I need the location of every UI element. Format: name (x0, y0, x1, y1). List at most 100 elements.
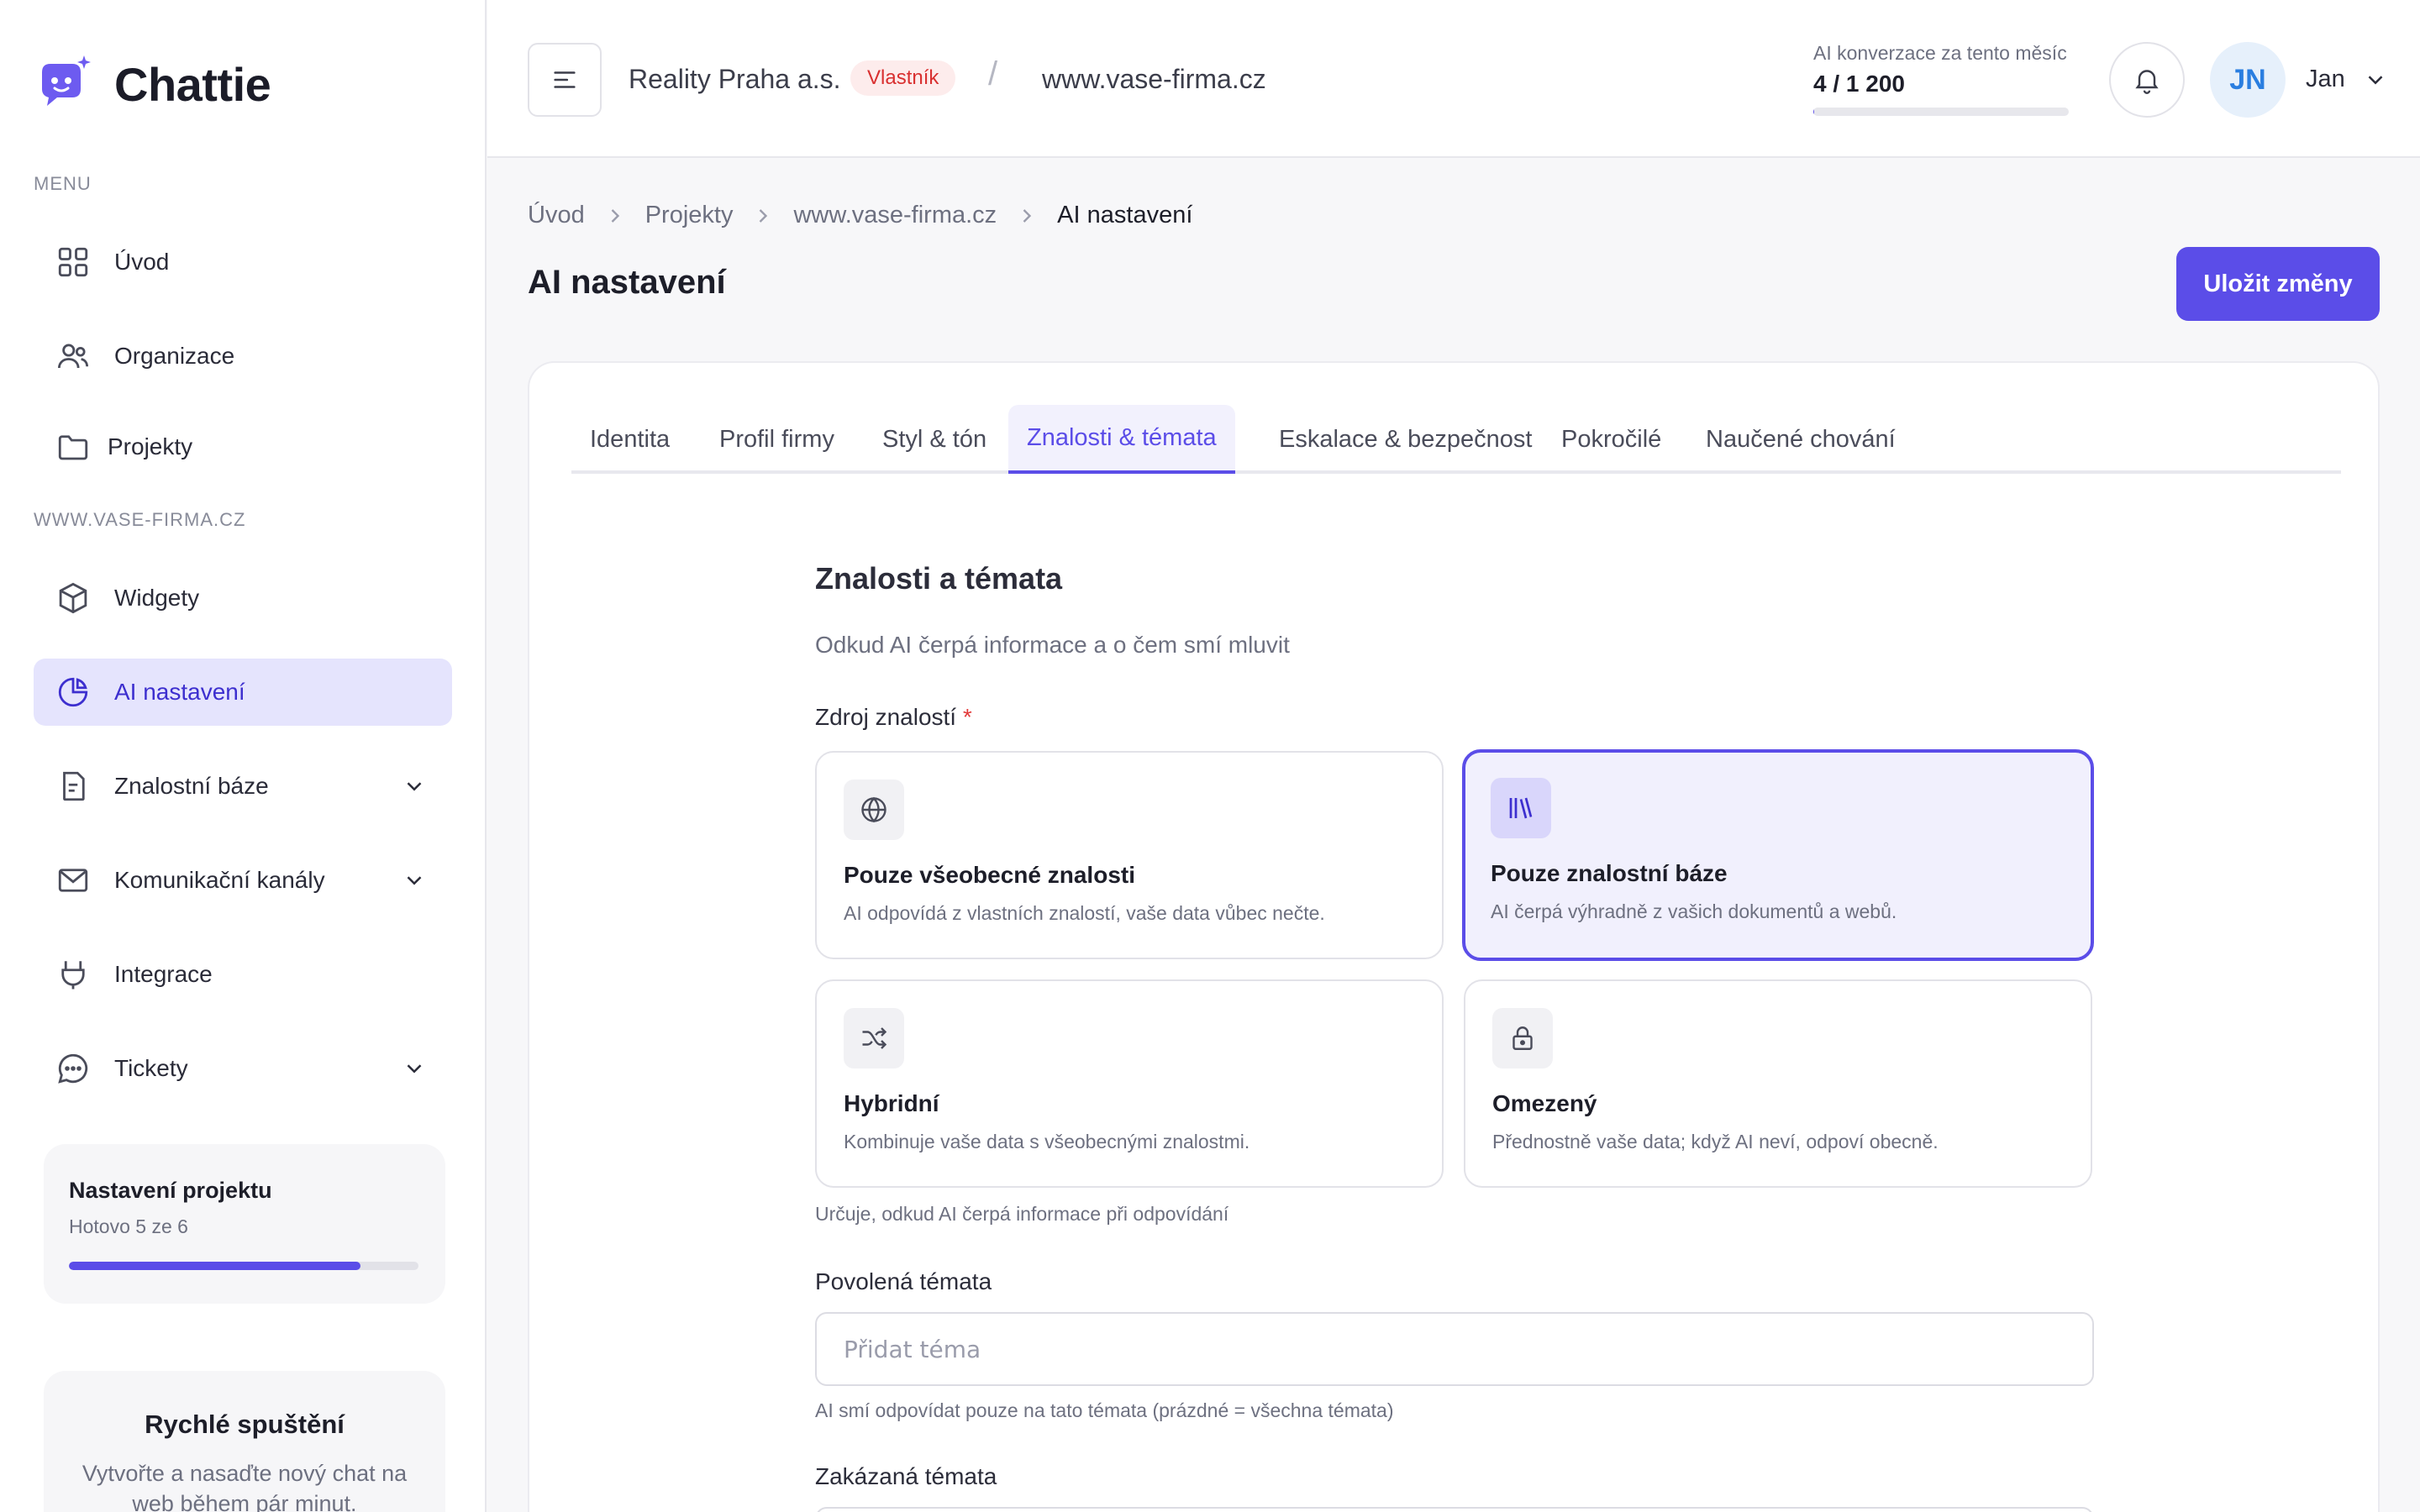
setup-title: Nastavení projektu (69, 1178, 272, 1203)
breadcrumb-current: AI nastavení (1057, 202, 1193, 228)
tab-eskalace-bezpecnost[interactable]: Eskalace & bezpečnost (1260, 405, 1550, 474)
chevron-down-icon (407, 876, 422, 885)
role-badge: Vlastník (850, 60, 956, 96)
quick-start-card[interactable]: Rychlé spuštění Vytvořte a nasaďte nový … (44, 1371, 445, 1512)
lock-icon (1512, 1026, 1533, 1050)
conversations-label: AI konverzace za tento měsíc (1813, 42, 2067, 64)
project-domain[interactable]: www.vase-firma.cz (1042, 64, 1266, 95)
sidebar-item-label: Tickety (114, 1055, 188, 1081)
sidebar-item-projekty[interactable]: Projekty (34, 413, 452, 480)
bell-icon (2135, 70, 2159, 94)
sidebar-item-label: Komunikační kanály (114, 867, 325, 893)
pie-chart-icon (58, 677, 88, 707)
option-description: AI čerpá výhradně z vašich dokumentů a w… (1491, 900, 1897, 922)
option-icon-wrap (844, 780, 904, 840)
option-title: Pouze znalostní báze (1491, 860, 1728, 886)
chattie-logo-icon (42, 55, 91, 106)
forbidden-topics-label: Zakázaná témata (815, 1463, 997, 1489)
settings-panel: Identita Profil firmy Styl & tón Znalost… (528, 361, 2380, 1512)
allowed-topics-hint: AI smí odpovídat pouze na tato témata (p… (815, 1399, 1394, 1421)
chevron-right-icon (760, 208, 768, 223)
sidebar-item-label: Integrace (114, 961, 213, 987)
page-title: AI nastavení (528, 264, 726, 301)
save-button[interactable]: Uložit změny (2176, 247, 2380, 321)
setup-subtitle: Hotovo 5 ze 6 (69, 1215, 188, 1237)
user-name[interactable]: Jan (2306, 66, 2345, 93)
organization-name[interactable]: Reality Praha a.s. (629, 64, 841, 95)
logo[interactable]: Chattie (34, 54, 271, 114)
chevron-right-icon (611, 208, 619, 223)
required-mark: * (962, 704, 972, 730)
option-description: AI odpovídá z vlastních znalostí, vaše d… (844, 902, 1325, 924)
quick-start-text: Vytvořte a nasaďte nový chat na web běhe… (82, 1461, 408, 1512)
option-icon-wrap (844, 1008, 904, 1068)
chevron-down-icon (407, 782, 422, 791)
sidebar-item-komunikacni-kanaly[interactable]: Komunikační kanály (34, 847, 452, 914)
sidebar-item-uvod[interactable]: Úvod (34, 228, 452, 296)
option-title: Pouze všeobecné znalosti (844, 862, 1135, 888)
avatar[interactable]: JN (2210, 42, 2286, 118)
menu-icon (554, 71, 576, 88)
chevron-down-icon[interactable] (2363, 67, 2388, 92)
sidebar-item-label: Projekty (108, 433, 193, 459)
conversations-value: 4 / 1 200 (1813, 71, 1905, 97)
option-description: Kombinuje vaše data s všeobecnými znalos… (844, 1131, 1250, 1152)
option-knowledge-base-only[interactable]: Pouze znalostní báze AI čerpá výhradně z… (1462, 749, 2094, 961)
sidebar-item-label: Organizace (114, 343, 235, 369)
breadcrumb-item[interactable]: Projekty (645, 202, 734, 229)
option-general-knowledge[interactable]: Pouze všeobecné znalosti AI odpovídá z v… (815, 751, 1444, 959)
sidebar-item-widgety[interactable]: Widgety (34, 564, 452, 632)
option-icon-wrap (1491, 778, 1551, 838)
knowledge-source-hint: Určuje, odkud AI čerpá informace při odp… (815, 1203, 1229, 1225)
quick-start-title: Rychlé spuštění (145, 1410, 345, 1439)
tab-styl-ton[interactable]: Styl & tón (864, 405, 1005, 474)
tab-znalosti-temata[interactable]: Znalosti & témata (1008, 405, 1235, 474)
project-setup-card[interactable]: Nastavení projektu Hotovo 5 ze 6 (44, 1144, 445, 1304)
chevron-down-icon (407, 1064, 422, 1074)
sidebar: Chattie MENU Úvod Organizace Projekty WW… (0, 0, 487, 1512)
library-icon (1509, 797, 1533, 819)
forbidden-topics-input[interactable] (815, 1507, 2094, 1512)
menu-toggle-button[interactable] (528, 43, 602, 117)
tab-identita[interactable]: Identita (571, 405, 688, 474)
sidebar-item-ai-nastaveni[interactable]: AI nastavení (34, 659, 452, 726)
sidebar-item-tickety[interactable]: Tickety (34, 1035, 452, 1102)
option-restricted[interactable]: Omezený Přednostně vaše data; když AI ne… (1464, 979, 2092, 1188)
grid-icon (58, 247, 88, 277)
breadcrumb-item[interactable]: Úvod (528, 202, 585, 229)
header-separator: / (988, 55, 998, 92)
sidebar-item-integrace[interactable]: Integrace (34, 941, 452, 1008)
top-header: Reality Praha a.s. Vlastník / www.vase-f… (487, 0, 2420, 158)
notifications-button[interactable] (2109, 42, 2185, 118)
option-title: Hybridní (844, 1090, 939, 1116)
plug-icon (61, 961, 85, 990)
globe-icon (861, 796, 886, 823)
sidebar-item-organizace[interactable]: Organizace (34, 323, 452, 390)
chat-bubble-icon (58, 1053, 88, 1084)
option-description: Přednostně vaše data; když AI neví, odpo… (1492, 1131, 1939, 1152)
breadcrumb: Úvod Projekty www.vase-firma.cz AI nasta… (528, 202, 1192, 229)
allowed-topics-input[interactable] (815, 1312, 2094, 1386)
menu-caption: MENU (34, 173, 92, 194)
chevron-right-icon (1023, 208, 1032, 223)
folder-icon (58, 435, 88, 460)
knowledge-source-label: Zdroj znalostí * (815, 704, 972, 731)
option-hybrid[interactable]: Hybridní Kombinuje vaše data s všeobecný… (815, 979, 1444, 1188)
project-caption: WWW.VASE-FIRMA.CZ (34, 509, 246, 530)
tab-naucene-chovani[interactable]: Naučené chování (1687, 405, 1914, 474)
sidebar-item-label: Znalostní báze (114, 773, 269, 799)
breadcrumb-item[interactable]: www.vase-firma.cz (793, 202, 997, 229)
section-description: Odkud AI čerpá informace a o čem smí mlu… (815, 632, 1290, 658)
cube-icon (59, 582, 87, 614)
sidebar-item-znalostni-baze[interactable]: Znalostní báze (34, 753, 452, 820)
conversations-progress-fill (1813, 108, 1814, 116)
app-name: Chattie (114, 57, 271, 111)
tab-profil-firmy[interactable]: Profil firmy (701, 405, 853, 474)
section-title: Znalosti a témata (815, 561, 1063, 596)
sidebar-item-label: Widgety (114, 585, 200, 611)
setup-progress-fill (69, 1262, 360, 1270)
option-title: Omezený (1492, 1090, 1597, 1116)
conversations-progress-bar (1813, 108, 2069, 116)
tab-pokrocile[interactable]: Pokročilé (1543, 405, 1680, 474)
knowledge-source-label-text: Zdroj znalostí (815, 704, 957, 730)
